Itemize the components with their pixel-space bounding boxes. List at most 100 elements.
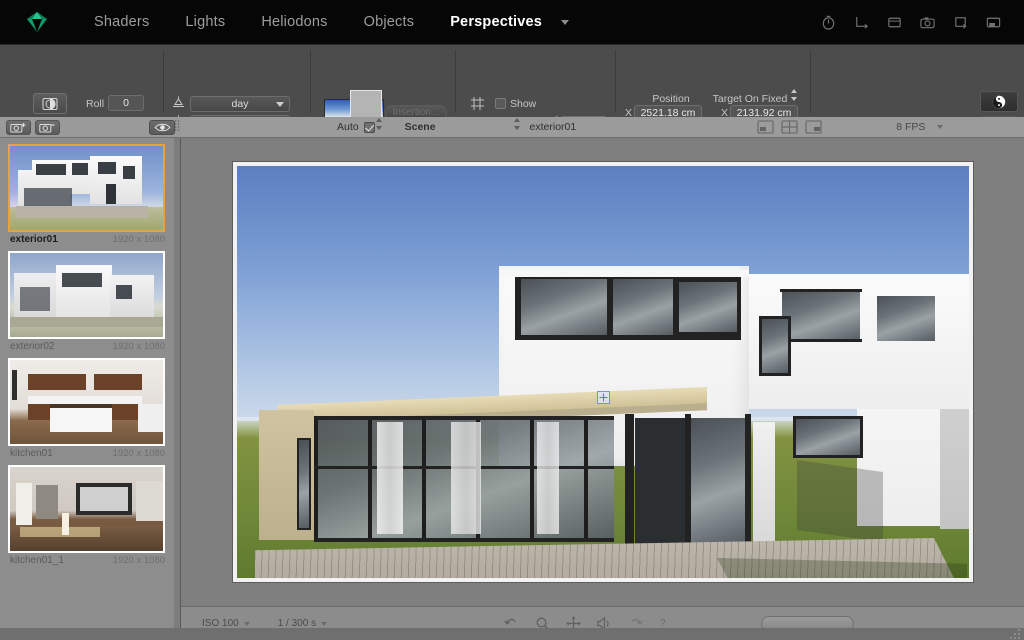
fps-label: 8 FPS	[896, 121, 925, 133]
menu-item-objects[interactable]: Objects	[346, 14, 433, 30]
chevron-down-icon[interactable]	[561, 20, 569, 25]
camera-minus-icon-button[interactable]	[35, 120, 60, 135]
curtain	[753, 422, 775, 542]
toolbar-divider	[455, 50, 456, 113]
auto-checkbox[interactable]	[364, 122, 375, 133]
list-item[interactable]: kitchen01_1 1920 x 1080	[8, 465, 167, 566]
menu-bar: Shaders Lights Heliodons Objects Perspec…	[0, 0, 1024, 44]
show-checkbox[interactable]	[495, 98, 506, 109]
properties-toolbar: Roll 0 Focal in mm 50 ? exterior01 day N…	[0, 44, 1024, 117]
menubar-icon-group	[820, 14, 1002, 31]
list-item[interactable]: exterior02 1920 x 1080	[8, 251, 167, 352]
render-image[interactable]	[233, 162, 973, 582]
shutter-chevron-down-icon[interactable]	[321, 622, 327, 626]
facade-top-rail	[314, 416, 614, 420]
resize-grip-icon[interactable]	[1008, 629, 1022, 639]
fps-chevron-down-icon[interactable]	[937, 125, 943, 129]
window-footer	[0, 628, 1024, 640]
curtain	[377, 422, 403, 534]
camera-plus-icon-button[interactable]	[6, 120, 31, 135]
menu-item-shaders[interactable]: Shaders	[76, 14, 167, 30]
roll-input[interactable]: 0	[108, 95, 144, 111]
facade-bottom-rail	[314, 538, 614, 542]
toolbar-divider	[310, 50, 311, 113]
window-glass	[877, 296, 935, 341]
monitor-icon[interactable]	[985, 14, 1002, 31]
layers-icon[interactable]	[886, 14, 903, 31]
window-glass	[796, 419, 860, 455]
thumbnail-dimensions: 1920 x 1080	[113, 341, 165, 352]
window-glass	[762, 319, 788, 373]
sidebar-toolbar	[0, 117, 181, 138]
application-window: Shaders Lights Heliodons Objects Perspec…	[0, 0, 1024, 640]
axis-icon[interactable]	[853, 14, 870, 31]
thumbnail-image-kitchen01[interactable]	[8, 358, 165, 446]
viewport-camera-label: exterior01	[530, 121, 577, 133]
door-frame	[625, 414, 634, 546]
crop-icon[interactable]	[952, 14, 969, 31]
window-glass	[613, 279, 673, 335]
roll-label: Roll	[86, 98, 104, 110]
menu-item-heliodons[interactable]: Heliodons	[243, 14, 345, 30]
lighting-day-dropdown[interactable]: day	[190, 96, 290, 112]
thumbnail-name: exterior02	[10, 341, 54, 352]
entry-door	[635, 418, 685, 544]
viewport-target-gizmo[interactable]	[597, 391, 610, 404]
thumbnail-dimensions: 1920 x 1080	[113, 555, 165, 566]
sidebar-scrollbar[interactable]	[174, 138, 180, 640]
menu-item-list: Shaders Lights Heliodons Objects Perspec…	[76, 14, 569, 30]
camera-minus-icon	[39, 122, 56, 133]
thumbnail-name: exterior01	[10, 234, 58, 245]
thumbnail-name: kitchen01_1	[10, 555, 64, 566]
render-viewport[interactable]	[181, 138, 1024, 606]
chevron-down-icon	[276, 102, 284, 107]
camera-list-sidebar: exterior01 1920 x 1080 exterior02	[0, 117, 181, 640]
layout-single-icon[interactable]	[757, 120, 774, 134]
thumbnail-image-exterior02[interactable]	[8, 251, 165, 339]
move-gizmo-icon	[599, 393, 608, 402]
thumbnail-image-kitchen01-1[interactable]	[8, 465, 165, 553]
camera-icon[interactable]	[919, 14, 936, 31]
toolbar-divider	[163, 50, 164, 113]
window-glass	[782, 291, 860, 341]
eye-icon-button[interactable]	[149, 120, 175, 135]
roof-edge	[507, 270, 749, 277]
window-frame	[780, 289, 862, 292]
eye-icon	[154, 122, 171, 133]
camera-stepper[interactable]	[514, 118, 521, 130]
layout-quad-icon[interactable]	[781, 120, 798, 134]
iso-chevron-down-icon[interactable]	[244, 622, 250, 626]
thumbnail-list[interactable]: exterior01 1920 x 1080 exterior02	[0, 138, 175, 640]
thumbnail-meta: kitchen01_1 1920 x 1080	[8, 553, 167, 566]
door-frame	[745, 414, 751, 548]
position-title: Position	[637, 93, 705, 105]
thumbnail-dimensions: 1920 x 1080	[113, 234, 165, 245]
curtain	[537, 422, 559, 534]
window-glass	[689, 418, 747, 544]
viewport-header: Auto Scene exterior01 8 FPS	[181, 117, 1024, 138]
contrast-icon-button[interactable]	[980, 91, 1018, 112]
timer-icon[interactable]	[820, 14, 837, 31]
gem-logo-icon[interactable]	[24, 9, 50, 35]
scene-label: Scene	[405, 121, 436, 133]
list-item[interactable]: kitchen01 1920 x 1080	[8, 358, 167, 459]
window-glass	[521, 279, 607, 335]
list-item[interactable]: exterior01 1920 x 1080	[8, 144, 167, 245]
thumbnail-dimensions: 1920 x 1080	[113, 448, 165, 459]
toolbar-divider	[810, 50, 811, 113]
lighting-day-value: day	[232, 98, 249, 110]
menu-item-perspectives[interactable]: Perspectives	[432, 14, 560, 30]
show-label: Show	[510, 98, 536, 110]
cast-shadow	[797, 460, 883, 542]
layout-split-icon[interactable]	[805, 120, 822, 134]
thumbnail-image-exterior01[interactable]	[8, 144, 165, 232]
aperture-icon-button[interactable]	[33, 93, 67, 114]
target-mode-stepper[interactable]	[790, 89, 797, 101]
grid-icon	[470, 96, 485, 111]
auto-stepper[interactable]	[376, 118, 383, 130]
menu-item-lights[interactable]: Lights	[167, 14, 243, 30]
thumbnail-meta: exterior01 1920 x 1080	[8, 232, 167, 245]
sidebar-grip-icon[interactable]	[174, 119, 180, 135]
thumbnail-meta: exterior02 1920 x 1080	[8, 339, 167, 352]
door-frame	[685, 414, 691, 548]
